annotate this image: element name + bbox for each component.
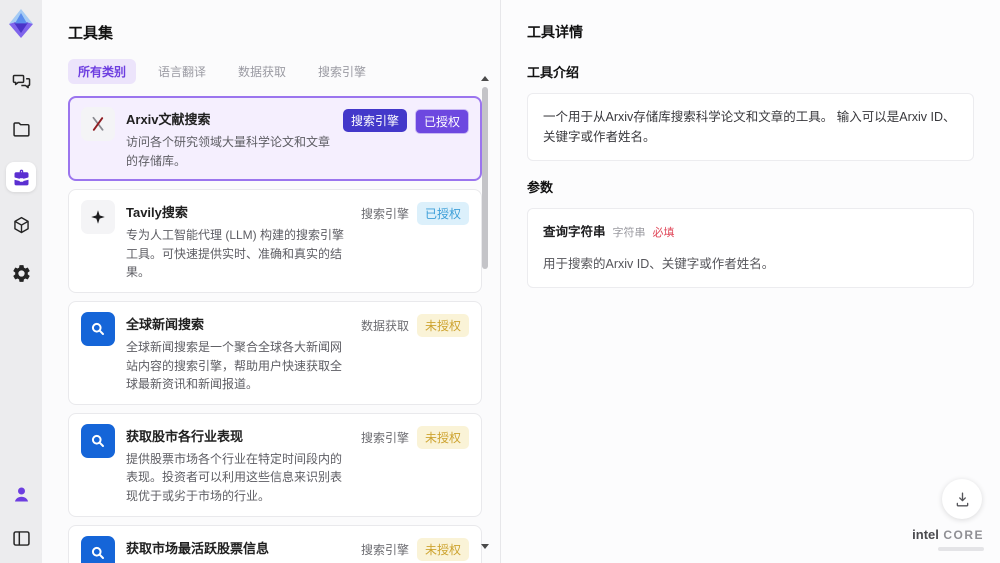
tool-description: 提供股票市场各个行业在特定时间段内的表现。投资者可以利用这些信息来识别表现优于或… <box>126 451 343 503</box>
tool-badges: 数据获取 未授权 <box>361 312 469 394</box>
auth-status-badge: 未授权 <box>416 425 469 449</box>
page-title: 工具集 <box>68 25 114 42</box>
folder-icon <box>11 119 32 140</box>
tool-description: 访问各个研究领域大量科学论文和文章的存储库。 <box>126 135 331 168</box>
param-required-badge: 必填 <box>652 227 675 239</box>
category-badge: 搜索引擎 <box>360 542 409 557</box>
tool-card[interactable]: 获取市场最活跃股票信息 提供当天交易量最高的股票列表。投资者可以利用这些信息来识… <box>68 524 482 563</box>
scroll-up-icon[interactable] <box>481 76 489 81</box>
auth-status-badge: 未授权 <box>416 537 469 561</box>
params-heading: 参数 <box>527 180 554 195</box>
tool-badges: 搜索引擎 已授权 <box>361 200 469 282</box>
download-icon <box>953 490 972 509</box>
gear-icon <box>11 263 32 284</box>
scrollbar-thumb[interactable] <box>482 87 488 269</box>
tool-name: 获取市场最活跃股票信息 <box>126 540 270 556</box>
tool-card[interactable]: 全球新闻搜索 全球新闻搜索是一个聚合全球各大新闻网站内容的搜索引擎，帮助用户快速… <box>68 300 482 405</box>
chat-icon <box>11 71 32 92</box>
tool-card-body: Tavily搜索 专为人工智能代理 (LLM) 构建的搜索引擎工具。可快速提供实… <box>126 200 350 282</box>
tool-card[interactable]: 获取股市各行业表现 提供股票市场各个行业在特定时间段内的表现。投资者可以利用这些… <box>68 412 482 517</box>
tool-name: 获取股市各行业表现 <box>126 428 244 444</box>
tool-badges: 搜索引擎 未授权 <box>361 536 469 563</box>
sidebar-item-models[interactable] <box>6 210 36 240</box>
sidebar-item-profile[interactable] <box>6 479 36 509</box>
sidebar-item-chat[interactable] <box>6 66 36 96</box>
category-tab[interactable]: 语言翻译 <box>148 59 216 84</box>
auth-status-badge: 已授权 <box>416 202 469 226</box>
cube-icon <box>11 215 32 236</box>
param-type: 字符串 <box>612 227 646 239</box>
tool-card[interactable]: Arxiv文献搜索 访问各个研究领域大量科学论文和文章的存储库。 搜索引擎 已授… <box>68 96 482 182</box>
scroll-down-icon[interactable] <box>481 544 489 549</box>
category-badge: 搜索引擎 <box>360 430 409 445</box>
param-box: 查询字符串 字符串 必填 用于搜索的Arxiv ID、关键字或作者姓名。 <box>527 208 974 288</box>
tool-detail-panel: 工具详情 工具介绍 一个用于从Arxiv存储库搜索科学论文和文章的工具。 输入可… <box>500 0 1000 563</box>
tool-list: Arxiv文献搜索 访问各个研究领域大量科学论文和文章的存储库。 搜索引擎 已授… <box>68 96 482 563</box>
arxiv-icon <box>81 107 115 141</box>
param-header: 查询字符串 字符串 必填 <box>543 222 958 243</box>
tool-card-body: 获取股市各行业表现 提供股票市场各个行业在特定时间段内的表现。投资者可以利用这些… <box>126 424 350 506</box>
intel-brand-text: intel <box>912 527 939 543</box>
app-window: 工具集 所有类别 语言翻译 数据获取 搜索引擎 Arxiv文献搜索 访问各个研究… <box>0 0 1000 563</box>
tool-description: 全球新闻搜索是一个聚合全球各大新闻网站内容的搜索引擎，帮助用户快速获取全球最新资… <box>126 339 343 392</box>
sidebar-item-collapse[interactable] <box>6 523 36 553</box>
intel-core-logo: intel CORE <box>912 526 984 551</box>
param-description: 用于搜索的Arxiv ID、关键字或作者姓名。 <box>543 256 775 271</box>
tool-intro-box: 一个用于从Arxiv存储库搜索科学论文和文章的工具。 输入可以是Arxiv ID… <box>527 93 974 161</box>
download-button[interactable] <box>942 479 982 519</box>
sidebar-bottom <box>6 479 36 553</box>
category-badge: 搜索引擎 <box>360 207 409 222</box>
sidebar <box>0 0 42 563</box>
tool-card-body: Arxiv文献搜索 访问各个研究领域大量科学论文和文章的存储库。 <box>126 107 332 170</box>
panel-toggle-icon <box>11 528 32 549</box>
search-app-icon <box>81 535 115 563</box>
category-tab[interactable]: 数据获取 <box>228 59 296 84</box>
toolbox-icon <box>11 167 32 188</box>
sparkle-icon <box>81 200 115 235</box>
tool-list-panel: 工具集 所有类别 语言翻译 数据获取 搜索引擎 Arxiv文献搜索 访问各个研究… <box>42 0 500 563</box>
app-logo <box>6 8 36 40</box>
tool-name: Tavily搜索 <box>126 205 188 221</box>
tool-card-body: 获取市场最活跃股票信息 提供当天交易量最高的股票列表。投资者可以利用这些信息来识… <box>126 536 350 563</box>
intro-heading: 工具介绍 <box>527 65 580 80</box>
detail-title: 工具详情 <box>527 24 583 40</box>
category-badge: 数据获取 <box>360 318 409 333</box>
list-scrollbar[interactable] <box>480 76 490 549</box>
tool-card-body: 全球新闻搜索 全球新闻搜索是一个聚合全球各大新闻网站内容的搜索引擎，帮助用户快速… <box>126 312 350 394</box>
sidebar-nav <box>6 66 36 288</box>
auth-status-badge: 未授权 <box>416 313 469 337</box>
tool-name: 全球新闻搜索 <box>126 316 205 332</box>
brand-subline <box>938 547 984 551</box>
sidebar-item-tools[interactable] <box>6 162 36 192</box>
search-app-icon <box>81 423 115 458</box>
core-brand-text: CORE <box>943 528 984 543</box>
tool-name: Arxiv文献搜索 <box>126 112 211 127</box>
tool-badges: 搜索引擎 已授权 <box>342 107 469 170</box>
sidebar-item-files[interactable] <box>6 114 36 144</box>
search-app-icon <box>81 311 115 346</box>
category-tab[interactable]: 搜索引擎 <box>308 59 376 84</box>
tool-intro-text: 一个用于从Arxiv存储库搜索科学论文和文章的工具。 输入可以是Arxiv ID… <box>543 110 956 144</box>
category-tabs: 所有类别 语言翻译 数据获取 搜索引擎 <box>68 59 500 84</box>
category-tab[interactable]: 所有类别 <box>68 59 137 84</box>
param-name: 查询字符串 <box>543 225 606 239</box>
tool-badges: 搜索引擎 未授权 <box>361 424 469 506</box>
tool-card[interactable]: Tavily搜索 专为人工智能代理 (LLM) 构建的搜索引擎工具。可快速提供实… <box>68 189 482 293</box>
category-badge: 搜索引擎 <box>342 109 407 132</box>
user-icon <box>11 484 32 505</box>
tool-description: 专为人工智能代理 (LLM) 构建的搜索引擎工具。可快速提供实时、准确和真实的结… <box>126 228 345 280</box>
auth-status-badge: 已授权 <box>414 109 469 134</box>
scrollbar-track[interactable] <box>481 85 489 540</box>
sidebar-item-settings[interactable] <box>6 258 36 288</box>
